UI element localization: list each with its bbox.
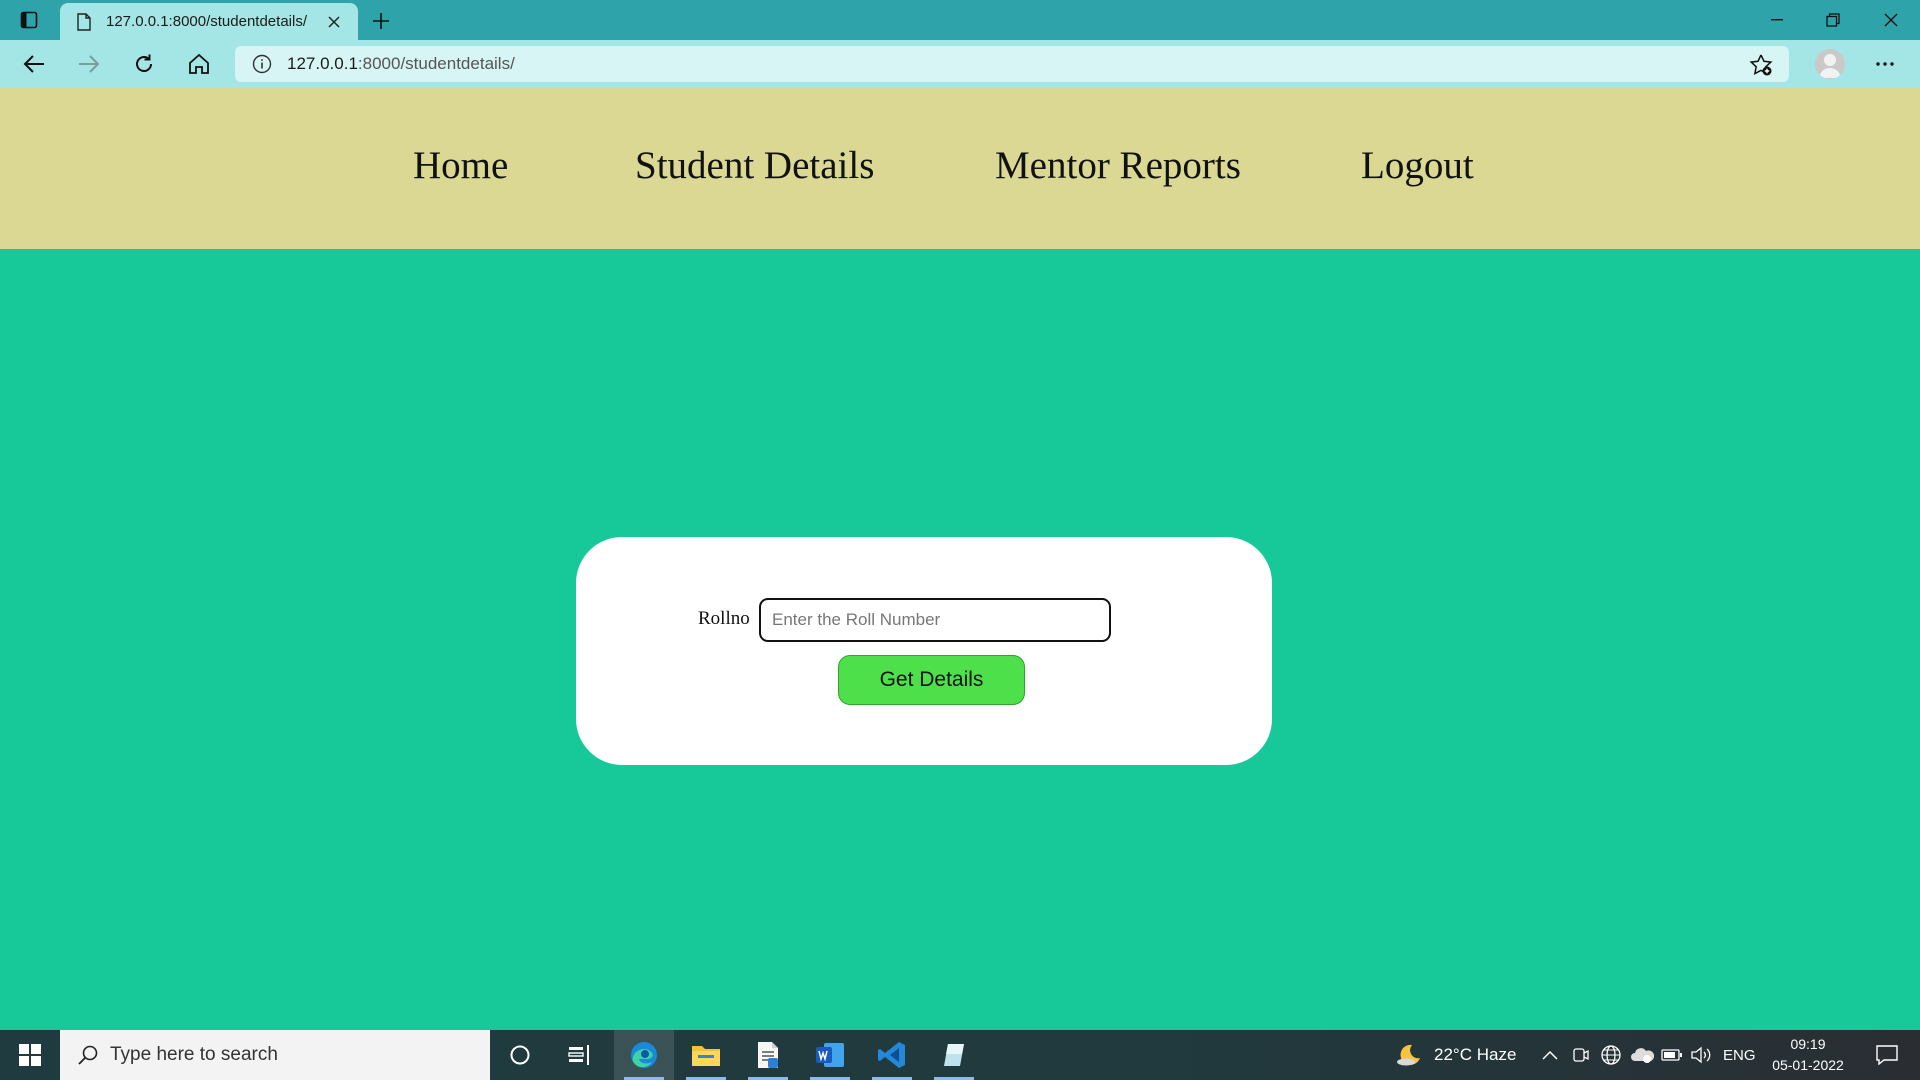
student-search-card: Rollno Get Details	[576, 537, 1272, 765]
notification-center-icon[interactable]	[1862, 1030, 1912, 1080]
minimize-icon[interactable]	[1754, 4, 1800, 36]
add-favorite-icon[interactable]	[1749, 53, 1773, 77]
onedrive-icon[interactable]	[1630, 1030, 1654, 1080]
nav-link-home[interactable]: Home	[413, 143, 508, 188]
clock-date: 05-01-2022	[1772, 1057, 1844, 1073]
close-window-icon[interactable]	[1868, 4, 1914, 36]
url-path: :8000/studentdetails/	[357, 54, 515, 73]
url-host: 127.0.0.1	[287, 54, 358, 73]
taskbar-clock[interactable]: 09:19 05-01-2022	[1758, 1034, 1858, 1076]
network-icon[interactable]	[1600, 1030, 1622, 1080]
back-icon[interactable]	[16, 48, 52, 80]
clock-time: 09:19	[1790, 1036, 1826, 1052]
taskbar-search[interactable]: Type here to search	[60, 1030, 490, 1080]
nav-link-logout[interactable]: Logout	[1361, 143, 1474, 188]
site-navbar: Home Student Details Mentor Reports Logo…	[0, 88, 1920, 249]
new-tab-icon[interactable]	[368, 8, 394, 34]
task-view-icon[interactable]	[550, 1030, 610, 1080]
moon-icon	[1397, 1044, 1420, 1066]
profile-avatar[interactable]	[1815, 49, 1845, 79]
page-icon	[74, 12, 94, 32]
app-icon[interactable]	[924, 1030, 984, 1080]
search-icon	[76, 1043, 100, 1067]
url-text: 127.0.0.1:8000/studentdetails/	[287, 54, 515, 74]
weather-widget[interactable]: 22°C Haze	[1396, 1030, 1516, 1080]
nav-link-mentor-reports[interactable]: Mentor Reports	[995, 143, 1241, 188]
address-bar[interactable]: 127.0.0.1:8000/studentdetails/	[235, 46, 1789, 82]
get-details-button[interactable]: Get Details	[838, 655, 1025, 705]
site-info-icon[interactable]	[251, 53, 273, 75]
windows-start-icon[interactable]	[0, 1030, 60, 1080]
meet-now-icon[interactable]	[1572, 1030, 1590, 1080]
cortana-icon[interactable]	[490, 1030, 550, 1080]
language-indicator[interactable]: ENG	[1723, 1030, 1756, 1080]
weather-text: 22°C Haze	[1434, 1045, 1517, 1064]
browser-toolbar: 127.0.0.1:8000/studentdetails/	[0, 40, 1920, 88]
vscode-icon[interactable]	[862, 1030, 922, 1080]
tab-actions-icon[interactable]	[18, 9, 40, 31]
windows-taskbar: Type here to search 22°C Haze ENG 09:19 …	[0, 1030, 1920, 1080]
home-icon[interactable]	[181, 48, 217, 80]
more-options-icon[interactable]	[1868, 50, 1902, 78]
browser-tab[interactable]: 127.0.0.1:8000/studentdetails/	[60, 3, 358, 40]
volume-icon[interactable]	[1690, 1030, 1712, 1080]
search-placeholder: Type here to search	[110, 1044, 278, 1065]
rollno-input[interactable]	[759, 598, 1111, 642]
tab-title: 127.0.0.1:8000/studentdetails/	[106, 13, 307, 30]
edge-browser-icon[interactable]	[614, 1030, 674, 1080]
notepad-icon[interactable]	[738, 1030, 798, 1080]
rollno-label: Rollno	[698, 608, 750, 629]
refresh-icon[interactable]	[126, 48, 162, 80]
nav-link-student-details[interactable]: Student Details	[635, 143, 874, 188]
browser-tab-strip: 127.0.0.1:8000/studentdetails/	[0, 0, 1920, 40]
forward-icon[interactable]	[71, 48, 107, 80]
battery-icon[interactable]	[1661, 1030, 1683, 1080]
restore-icon[interactable]	[1810, 4, 1856, 36]
word-icon[interactable]	[800, 1030, 860, 1080]
show-hidden-icons[interactable]	[1542, 1030, 1558, 1080]
file-explorer-icon[interactable]	[676, 1030, 736, 1080]
close-tab-icon[interactable]	[324, 12, 344, 32]
